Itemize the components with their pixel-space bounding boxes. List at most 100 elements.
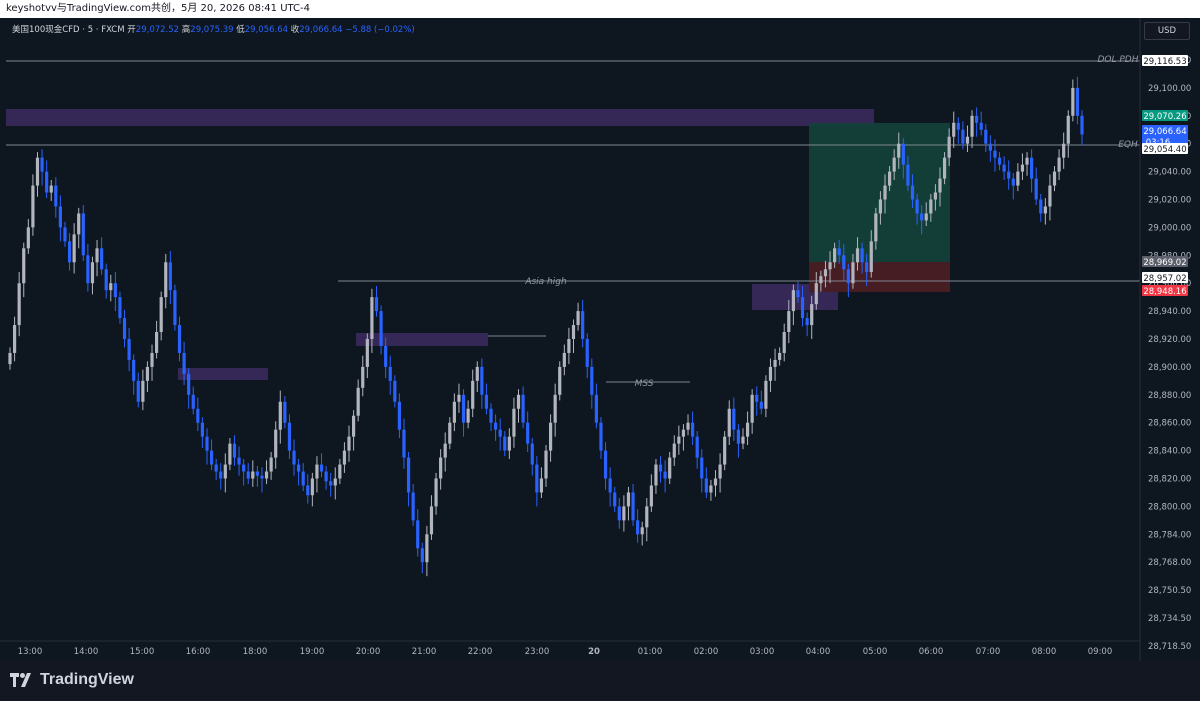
candle-body (512, 408, 516, 437)
candle-body (200, 422, 205, 437)
candle-body (732, 408, 736, 430)
tradingview-logo[interactable]: TradingView (10, 671, 134, 689)
symbol-legend[interactable]: 美国100现金CFD · 5 · FXCM 开29,072.52 高29,075… (12, 23, 415, 35)
candle-body (640, 527, 644, 535)
chart-annotation[interactable]: DOL PDH (1097, 55, 1138, 65)
candle-body (764, 380, 768, 409)
candle-body (274, 429, 278, 458)
fvg-zone-1[interactable] (178, 368, 268, 380)
candle-body (379, 311, 383, 346)
candle-body (993, 150, 997, 158)
candle-body (837, 248, 841, 256)
take-profit-zone[interactable] (809, 123, 950, 262)
candle-body (915, 199, 919, 214)
candle-body (287, 422, 292, 451)
candle-body (77, 213, 81, 235)
candle-body (22, 248, 26, 284)
price-chart[interactable]: DOL PDHEQHAsia highMSS 29,120.0029,100.0… (0, 18, 1200, 661)
supply-zone-upper[interactable] (6, 109, 874, 126)
candle-body (301, 471, 305, 486)
time-tick-label: 06:00 (919, 647, 944, 657)
candle-body (81, 213, 85, 256)
candle-body (842, 255, 846, 270)
candle-body (196, 408, 200, 423)
candle-body (411, 492, 415, 521)
time-axis[interactable]: 13:00 14:00 15:00 16:00 18:00 19:00 20:00 21:00… (18, 647, 1113, 657)
candle-body (297, 464, 301, 472)
fvg-zone-2[interactable] (356, 333, 488, 346)
chart-annotation[interactable]: MSS (635, 379, 654, 389)
price-tick-label: 29,020.00 (1148, 196, 1191, 206)
candle-body (420, 548, 424, 563)
price-label-value: 28,957.02 (1143, 274, 1186, 284)
time-tick-label: 23:00 (525, 647, 550, 657)
price-label-value: 28,948.16 (1143, 287, 1186, 297)
chart-annotation[interactable]: Asia high (524, 277, 567, 287)
high-label: 高 (181, 25, 191, 35)
candle-body (791, 290, 795, 312)
candle-body (1062, 143, 1066, 158)
time-tick-label: 03:00 (750, 647, 775, 657)
candle-body (1002, 164, 1006, 172)
time-tick-label: 04:00 (806, 647, 831, 657)
candle-body (260, 475, 264, 479)
candle-body (109, 283, 113, 291)
candle-body (590, 366, 594, 395)
candle-body (636, 520, 640, 535)
candle-body (132, 359, 136, 381)
candle-body (750, 394, 754, 423)
candle-body (136, 380, 140, 402)
candle-body (906, 164, 910, 186)
candle-body (759, 401, 763, 409)
candle-body (365, 339, 369, 367)
candle-body (292, 450, 296, 465)
candle-body (668, 457, 672, 479)
candle-body (558, 366, 562, 395)
time-tick-label: 02:00 (694, 647, 719, 657)
tradingview-logo-icon (10, 673, 31, 687)
window-title: keyshotvv与TradingView.com共创，5月 20, 2026 … (6, 3, 311, 14)
candle-body (553, 394, 557, 423)
candle-body (342, 450, 347, 465)
candle-body (782, 332, 786, 353)
candle-body (507, 436, 511, 451)
candle-body (324, 471, 328, 482)
price-label-value: 29,054.40 (1143, 145, 1186, 155)
candle-body (1025, 157, 1029, 165)
candle-body (457, 394, 461, 402)
low-value: 29,056.64 (244, 25, 289, 35)
candle-body (622, 506, 626, 521)
candle-body (819, 276, 823, 284)
candle-body (17, 283, 21, 326)
candle-body (127, 339, 131, 360)
candle-body (223, 464, 227, 479)
currency-button[interactable]: USD (1144, 22, 1190, 40)
candle-body (58, 206, 62, 228)
candle-body (306, 485, 310, 496)
candle-body (736, 429, 741, 444)
candle-body (251, 471, 255, 479)
price-tick-label: 28,784.00 (1148, 530, 1191, 540)
candle-body (530, 443, 534, 465)
candle-body (154, 332, 159, 353)
candle-body (214, 464, 218, 472)
candle-body (947, 136, 951, 158)
candle-body (283, 401, 287, 423)
candle-body (727, 408, 731, 437)
candle-body (113, 283, 117, 298)
candle-body (952, 122, 956, 137)
candle-body (278, 401, 282, 430)
candle-body (374, 297, 379, 312)
candle-body (805, 318, 809, 326)
candle-body (480, 366, 484, 395)
price-tick-label: 28,900.00 (1148, 363, 1191, 373)
time-tick-label: 07:00 (976, 647, 1001, 657)
candle-body (429, 506, 434, 535)
candle-body (567, 339, 571, 353)
candle-body (242, 464, 246, 472)
close-label: 收 (290, 25, 300, 35)
candle-body (12, 325, 17, 353)
candle-body (461, 394, 466, 423)
candle-body (388, 366, 392, 381)
chart-annotation[interactable]: EQH (1118, 140, 1138, 150)
